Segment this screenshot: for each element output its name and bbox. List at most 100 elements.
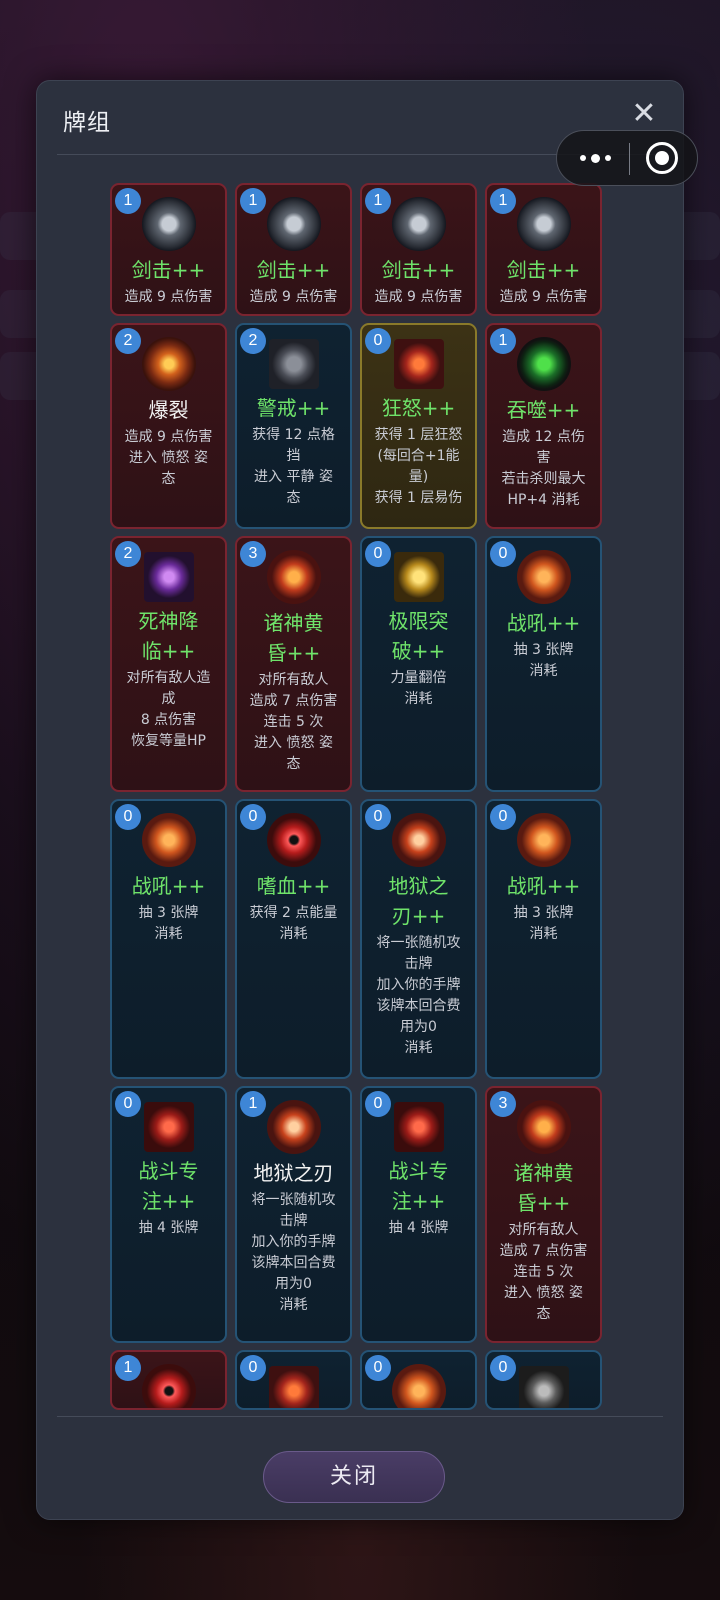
deck-card[interactable]: 0 战斗专 注++ 抽 4 张牌 — [110, 1086, 227, 1343]
card-description-line: 消耗 — [154, 926, 183, 942]
card-name: 诸神黄 昏++ — [263, 611, 324, 665]
card-description: 对所有敌人造成 8 点伤害 恢复等量HP — [112, 668, 225, 762]
card-description-line: 获得 2 点能量 — [249, 905, 338, 921]
record-icon[interactable] — [646, 142, 678, 174]
blood-icon — [266, 813, 321, 867]
card-description-line: 消耗 — [529, 926, 558, 942]
card-name: 狂怒++ — [381, 396, 456, 420]
cost-badge: 0 — [490, 541, 516, 567]
card-description-line: 造成 9 点伤害 — [499, 289, 588, 305]
cost-badge: 1 — [240, 188, 266, 214]
deck-card[interactable]: 1 剑击++ 造成 9 点伤害 — [110, 183, 227, 316]
deck-card[interactable]: 0 极限突 破++ 力量翻倍消耗 — [360, 536, 477, 792]
skull-icon — [518, 1366, 569, 1408]
deck-card[interactable]: 0 嗜血++ 获得 2 点能量 消耗 — [235, 799, 352, 1079]
card-description-line: 进入 愤怒 姿 — [129, 450, 208, 466]
card-description: 将一张随机攻 击牌 加入你的手牌 该牌本回合费 用为0 消耗 — [237, 1190, 350, 1326]
close-icon[interactable]: ✕ — [629, 99, 659, 129]
card-description-line: 用为0 — [275, 1276, 312, 1292]
deck-card[interactable]: 0 战吼++ 抽 3 张牌 消耗 — [485, 799, 602, 1079]
close-button[interactable]: 关闭 — [263, 1451, 445, 1503]
card-description: 抽 4 张牌 — [112, 1218, 225, 1249]
deck-card[interactable]: 0 狂怒++ 获得 1 层狂怒 (每回合+1能 量) 获得 1 层易伤 — [360, 323, 477, 529]
card-description-line: 挡 — [286, 448, 301, 464]
card-description: 将一张随机攻 击牌 加入你的手牌 该牌本回合费 用为0 消耗 — [362, 933, 475, 1069]
deck-card[interactable]: 3 诸神黄 昏++ 对所有敌人 造成 7 点伤害 连击 5 次进入 愤怒 姿态 — [485, 1086, 602, 1343]
cost-badge: 3 — [490, 1091, 516, 1117]
card-list[interactable]: 1 剑击++ 造成 9 点伤害 1 剑击++ 造成 9 点伤害 1 剑击++ 造成 9 点伤害 1… — [37, 183, 683, 1413]
cost-badge: 0 — [365, 1091, 391, 1117]
rage-icon — [393, 339, 444, 389]
card-description-line: 用为0 — [400, 1019, 437, 1035]
cost-badge: 0 — [365, 328, 391, 354]
cost-badge: 0 — [365, 541, 391, 567]
deck-card[interactable]: 0 战吼++ 抽 3 张牌 消耗 — [485, 536, 602, 792]
card-description-line: 造成 9 点伤害 — [124, 289, 213, 305]
deck-card[interactable]: 1 — [110, 1350, 227, 1410]
card-description: 抽 3 张牌 消耗 — [487, 640, 600, 692]
card-name: 嗜血++ — [256, 874, 331, 898]
cost-badge: 0 — [115, 1091, 141, 1117]
rage-icon — [268, 1366, 319, 1408]
card-name: 死神降 临++ — [138, 609, 199, 663]
card-description-line: 获得 1 层狂怒 — [374, 427, 463, 443]
modal-title: 牌组 — [63, 110, 111, 136]
hellblade-icon — [266, 1100, 321, 1154]
deck-card[interactable]: 2 爆裂 造成 9 点伤害 进入 愤怒 姿态 — [110, 323, 227, 529]
card-description-line: 力量翻倍 — [390, 670, 447, 686]
deck-card[interactable]: 1 地狱之刃 将一张随机攻 击牌 加入你的手牌 该牌本回合费 用为0 消耗 — [235, 1086, 352, 1343]
card-description: 对所有敌人 造成 7 点伤害 连击 5 次进入 愤怒 姿态 — [237, 670, 350, 785]
card-description-line: 获得 1 层易伤 — [374, 490, 463, 506]
card-name: 剑击++ — [506, 258, 581, 282]
cost-badge: 0 — [115, 804, 141, 830]
cost-badge: 2 — [240, 328, 266, 354]
card-description-line: 消耗 — [279, 1297, 308, 1313]
sword-icon — [266, 197, 321, 251]
cost-badge: 0 — [240, 804, 266, 830]
focus-icon — [393, 1102, 444, 1152]
twilight-icon — [516, 1100, 571, 1154]
deck-card[interactable]: 1 剑击++ 造成 9 点伤害 — [485, 183, 602, 316]
deck-card[interactable]: 0 — [360, 1350, 477, 1410]
deck-card[interactable]: 2 死神降 临++ 对所有敌人造成 8 点伤害 恢复等量HP — [110, 536, 227, 792]
card-description-line: 对所有敌人 — [258, 672, 329, 688]
card-description-line: 该牌本回合费 — [376, 998, 461, 1014]
card-description-line: 进入 愤怒 姿 — [254, 735, 333, 751]
card-description-line: 击牌 — [404, 956, 433, 972]
cost-badge: 3 — [240, 541, 266, 567]
card-description: 对所有敌人 造成 7 点伤害 连击 5 次进入 愤怒 姿态 — [487, 1220, 600, 1335]
sword-icon — [516, 197, 571, 251]
card-description-line: 态 — [286, 490, 301, 506]
deck-card[interactable]: 0 地狱之 刃++ 将一张随机攻 击牌 加入你的手牌 该牌本回合费 用为0 消耗 — [360, 799, 477, 1079]
deck-card[interactable]: 3 诸神黄 昏++ 对所有敌人 造成 7 点伤害 连击 5 次进入 愤怒 姿态 — [235, 536, 352, 792]
card-description-line: 态 — [286, 756, 301, 772]
card-description-line: 造成 9 点伤害 — [249, 289, 338, 305]
mini-program-capsule — [556, 130, 698, 186]
twilight-icon — [266, 550, 321, 604]
devour-icon — [516, 337, 571, 391]
deck-card[interactable]: 1 剑击++ 造成 9 点伤害 — [360, 183, 477, 316]
deck-card[interactable]: 1 剑击++ 造成 9 点伤害 — [235, 183, 352, 316]
card-name: 剑击++ — [256, 258, 331, 282]
card-description: 造成 9 点伤害 — [362, 287, 475, 314]
card-name: 地狱之刃 — [253, 1161, 334, 1185]
deck-card[interactable]: 1 吞噬++ 造成 12 点伤害若击杀则最大 HP+4 消耗 — [485, 323, 602, 529]
card-description-line: 进入 平静 姿 — [254, 469, 333, 485]
card-description-line: 态 — [536, 1306, 551, 1322]
deck-modal: 牌组 ✕ 1 剑击++ 造成 9 点伤害 1 剑击++ 造成 9 点伤害 1 剑击++ 造成 9… — [36, 80, 684, 1520]
card-description-line: 消耗 — [404, 691, 433, 707]
card-description-line: 加入你的手牌 — [251, 1234, 336, 1250]
card-grid: 1 剑击++ 造成 9 点伤害 1 剑击++ 造成 9 点伤害 1 剑击++ 造成 9 点伤害 1… — [110, 183, 602, 1410]
deck-card[interactable]: 0 战斗专 注++ 抽 4 张牌 — [360, 1086, 477, 1343]
card-description-line: 造成 9 点伤害 — [374, 289, 463, 305]
card-description-line: 量) — [408, 469, 429, 485]
card-description: 获得 1 层狂怒 (每回合+1能 量) 获得 1 层易伤 — [362, 425, 475, 519]
deck-card[interactable]: 0 战吼++ 抽 3 张牌 消耗 — [110, 799, 227, 1079]
card-description-line: 害 — [536, 450, 551, 466]
deck-card[interactable]: 0 — [485, 1350, 602, 1410]
deck-card[interactable]: 0 — [235, 1350, 352, 1410]
deck-card[interactable]: 2 警戒++ 获得 12 点格挡进入 平静 姿态 — [235, 323, 352, 529]
card-description: 造成 9 点伤害 — [237, 287, 350, 314]
more-icon[interactable] — [575, 145, 615, 171]
card-name: 极限突 破++ — [388, 609, 449, 663]
